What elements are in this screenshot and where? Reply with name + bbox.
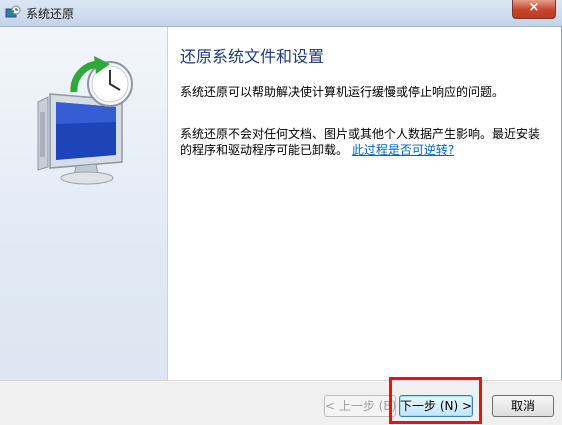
system-restore-window: 系统还原 × 还原系统文件和设置 系统还原可以帮助解决使计算机运行缓慢或停止响应… [0,0,562,425]
cancel-button[interactable]: 取消 [492,395,554,417]
description-text: 系统还原可以帮助解决使计算机运行缓慢或停止响应的问题。 [180,85,505,99]
close-button[interactable]: × [512,0,556,19]
window-title: 系统还原 [26,7,75,21]
back-button[interactable]: < 上一步 (B) [324,395,396,417]
title-bar[interactable]: 系统还原 × [0,0,562,27]
system-restore-icon [5,5,21,18]
side-panel [0,27,168,380]
next-button-highlight [389,377,482,424]
reversibility-link[interactable]: 此过程是否可逆转? [352,143,454,157]
page-heading: 还原系统文件和设置 [180,47,325,66]
close-icon: × [528,0,540,15]
notice-paragraph: 系统还原不会对任何文档、图片或其他个人数据产生影响。最近安装的程序和驱动程序可能… [180,126,550,158]
monitor-with-clock-restore-illustration [37,56,133,185]
